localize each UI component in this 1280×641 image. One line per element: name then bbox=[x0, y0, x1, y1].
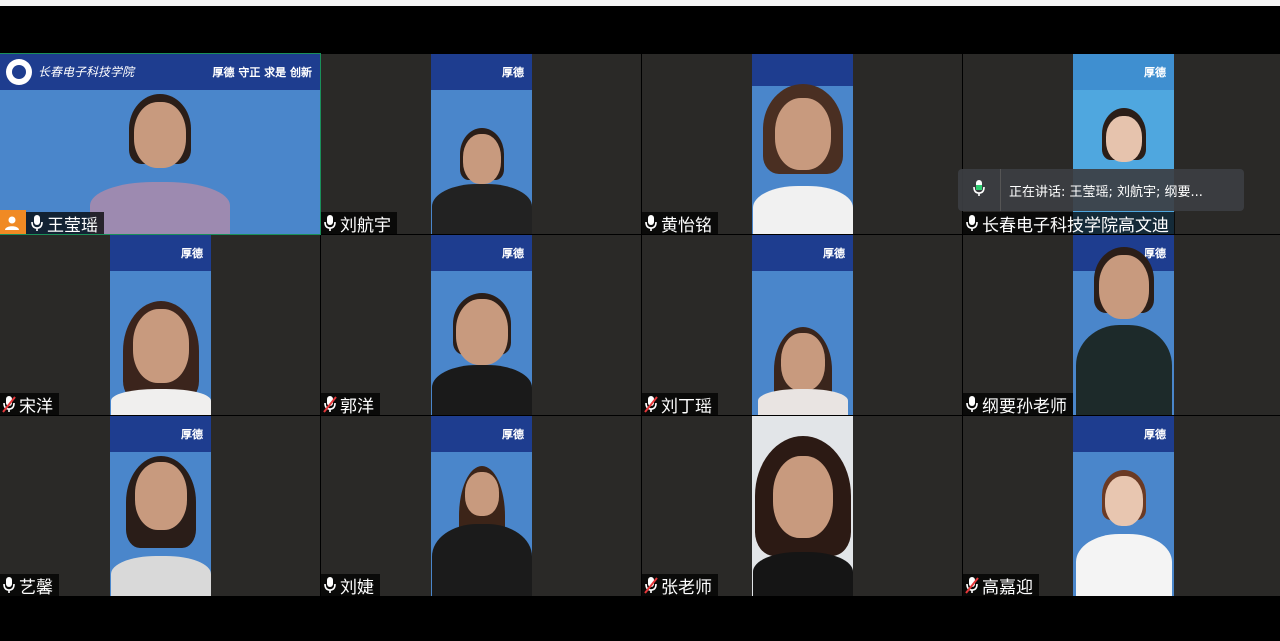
participant-video: 厚德 bbox=[110, 235, 211, 415]
mic-on-icon bbox=[644, 214, 658, 232]
school-name: 长春电子科技学院 bbox=[38, 65, 135, 79]
participant-name: 刘航宇 bbox=[340, 215, 391, 235]
participant-tile-6[interactable]: 厚德 郭洋 bbox=[321, 235, 641, 415]
participant-nametag: 高嘉迎 bbox=[963, 574, 1039, 596]
participant-video: 厚德 bbox=[752, 235, 853, 415]
mic-on-icon bbox=[965, 395, 979, 413]
video-grid: 长春电子科技学院 厚德 守正 求是 创新 王莹瑶 厚德 刘航宇 黄怡铭 厚德 长… bbox=[0, 53, 1280, 596]
mic-muted-icon bbox=[2, 395, 16, 413]
participant-name: 刘婕 bbox=[340, 577, 374, 597]
participant-nametag: 艺馨 bbox=[0, 574, 59, 596]
participant-tile-9[interactable]: 厚德 艺馨 bbox=[0, 416, 320, 596]
mic-on-icon bbox=[2, 576, 16, 594]
participant-video: 厚德 bbox=[431, 54, 532, 234]
participant-tile-12[interactable]: 厚德 高嘉迎 bbox=[963, 416, 1280, 596]
participant-tile-7[interactable]: 厚德 刘丁瑶 bbox=[642, 235, 962, 415]
participant-name: 艺馨 bbox=[19, 577, 53, 597]
active-speaker-indicator: 正在讲话: 王莹瑶; 刘航宇; 纲要... bbox=[958, 169, 1244, 211]
participant-name: 纲要孙老师 bbox=[982, 396, 1067, 416]
top-window-strip bbox=[0, 0, 1280, 6]
participant-nametag: 郭洋 bbox=[321, 393, 380, 415]
participant-name: 王莹瑶 bbox=[47, 215, 98, 235]
school-motto: 厚德 bbox=[181, 428, 203, 441]
school-banner: 长春电子科技学院 厚德 守正 求是 创新 bbox=[0, 54, 320, 90]
participant-name: 高嘉迎 bbox=[982, 577, 1033, 597]
participant-tile-10[interactable]: 厚德 刘婕 bbox=[321, 416, 641, 596]
participant-tile-1[interactable]: 长春电子科技学院 厚德 守正 求是 创新 王莹瑶 bbox=[0, 53, 321, 235]
mic-muted-icon bbox=[323, 395, 337, 413]
participant-video: 长春电子科技学院 厚德 守正 求是 创新 bbox=[0, 54, 320, 234]
participant-nametag: 长春电子科技学院高文迪 bbox=[963, 212, 1175, 234]
participant-video bbox=[752, 416, 853, 596]
participant-name: 宋洋 bbox=[19, 396, 53, 416]
participant-name: 黄怡铭 bbox=[661, 215, 712, 235]
mic-muted-icon bbox=[644, 395, 658, 413]
participant-video bbox=[752, 54, 853, 234]
participant-video: 厚德 bbox=[1073, 416, 1174, 596]
participant-nametag: 王莹瑶 bbox=[0, 210, 104, 235]
participant-nametag: 宋洋 bbox=[0, 393, 59, 415]
participant-nametag: 张老师 bbox=[642, 574, 718, 596]
participant-video: 厚德 bbox=[1073, 235, 1174, 415]
participant-tile-8[interactable]: 厚德 纲要孙老师 bbox=[963, 235, 1280, 415]
participant-video: 厚德 bbox=[431, 416, 532, 596]
participant-name: 张老师 bbox=[661, 577, 712, 597]
school-motto: 厚德 bbox=[1144, 247, 1166, 260]
mic-muted-icon bbox=[644, 576, 658, 594]
participant-nametag: 纲要孙老师 bbox=[963, 393, 1073, 415]
school-motto: 厚德 bbox=[181, 247, 203, 260]
participant-tile-5[interactable]: 厚德 宋洋 bbox=[0, 235, 320, 415]
participant-tile-2[interactable]: 厚德 刘航宇 bbox=[321, 54, 641, 234]
mic-on-icon bbox=[323, 214, 337, 232]
school-motto: 厚德 bbox=[502, 66, 524, 79]
school-logo-icon bbox=[6, 59, 32, 85]
mic-on-icon bbox=[323, 576, 337, 594]
participant-nametag: 刘航宇 bbox=[321, 212, 397, 234]
participant-name: 长春电子科技学院高文迪 bbox=[982, 215, 1169, 235]
school-motto: 厚德 bbox=[823, 247, 845, 260]
school-motto: 厚德 守正 求是 创新 bbox=[212, 66, 313, 79]
participant-name: 刘丁瑶 bbox=[661, 396, 712, 416]
participant-nametag: 黄怡铭 bbox=[642, 212, 718, 234]
school-motto: 厚德 bbox=[1144, 428, 1166, 441]
school-motto: 厚德 bbox=[1144, 66, 1166, 79]
speaking-mic-icon bbox=[972, 179, 986, 201]
school-motto: 厚德 bbox=[502, 247, 524, 260]
participant-video: 厚德 bbox=[110, 416, 211, 596]
mic-on-icon bbox=[30, 214, 44, 232]
participant-tile-11[interactable]: 张老师 bbox=[642, 416, 962, 596]
host-icon bbox=[0, 210, 26, 234]
mic-muted-icon bbox=[965, 576, 979, 594]
mic-on-icon bbox=[965, 214, 979, 232]
participant-tile-3[interactable]: 黄怡铭 bbox=[642, 54, 962, 234]
participant-nametag: 刘丁瑶 bbox=[642, 393, 718, 415]
speaking-text: 正在讲话: 王莹瑶; 刘航宇; 纲要... bbox=[1009, 184, 1203, 200]
participant-nametag: 刘婕 bbox=[321, 574, 380, 596]
participant-video: 厚德 bbox=[431, 235, 532, 415]
participant-name: 郭洋 bbox=[340, 396, 374, 416]
school-motto: 厚德 bbox=[502, 428, 524, 441]
